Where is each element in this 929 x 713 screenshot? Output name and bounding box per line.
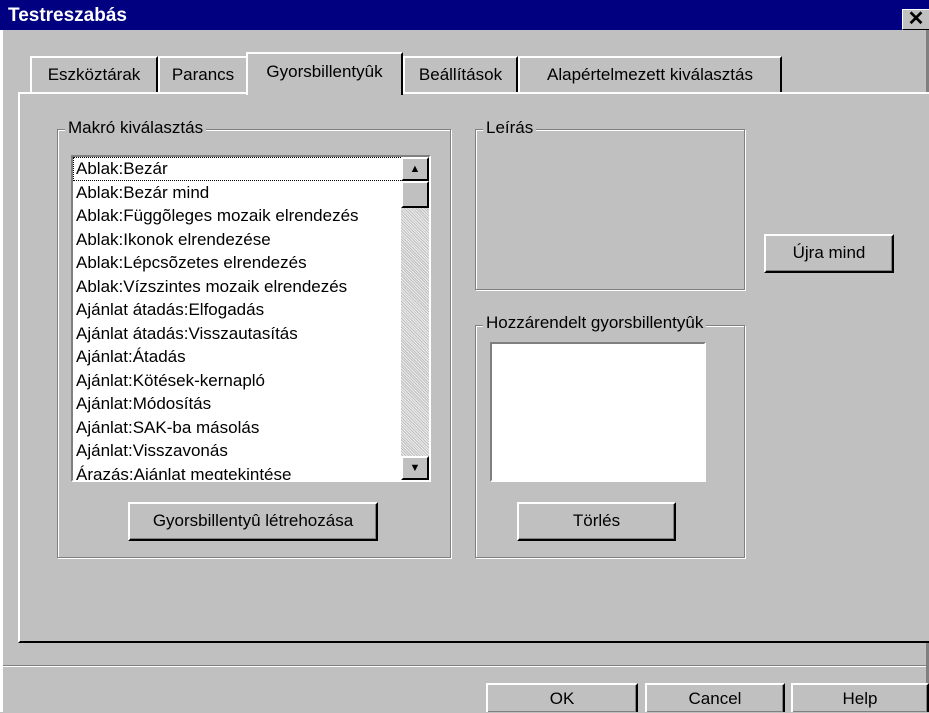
reset-all-button[interactable]: Újra mind [764,234,894,273]
macro-listbox[interactable]: Ablak:Bezár Ablak:Bezár mind Ablak:Függõle… [71,155,431,482]
macro-list-item[interactable]: Ajánlat:Visszavonás [73,439,403,463]
description-legend: Leírás [483,118,537,138]
tab-label: Eszköztárak [47,65,141,84]
assigned-shortcuts-listbox[interactable] [490,342,706,482]
macro-list-scrollbar[interactable]: ▲ ▼ [401,157,429,480]
create-shortcut-label: Gyorsbillentyû létrehozása [152,511,354,530]
tab-label: Alapértelmezett kiválasztás [547,65,753,84]
title-bar: Testreszabás ✕ [0,0,929,30]
help-label: Help [842,689,878,708]
macro-list[interactable]: Ablak:Bezár Ablak:Bezár mind Ablak:Függõle… [73,157,403,481]
cancel-label: Cancel [688,689,742,708]
scroll-thumb[interactable] [401,181,429,208]
help-button[interactable]: Help [791,683,929,712]
tab-label: Parancs [171,65,235,84]
ok-button[interactable]: OK [486,683,638,712]
scroll-down-button[interactable]: ▼ [401,456,429,480]
macro-list-item[interactable]: Ajánlat:Kötések-kernapló [73,369,403,393]
macro-selection-legend: Makró kiválasztás [65,118,207,138]
scroll-up-icon[interactable]: ▲ [410,163,421,175]
assigned-shortcuts-legend: Hozzárendelt gyorsbillentyûk [483,313,707,333]
macro-list-item[interactable]: Ajánlat:Módosítás [73,392,403,416]
macro-list-item[interactable]: Ablak:Ikonok elrendezése [73,228,403,252]
cancel-button[interactable]: Cancel [645,683,785,712]
description-group [475,129,745,290]
window-title: Testreszabás [8,5,127,26]
create-shortcut-button[interactable]: Gyorsbillentyû létrehozása [128,502,378,541]
ok-label: OK [549,689,575,708]
macro-list-item[interactable]: Ablak:Bezár mind [73,181,403,205]
macro-list-item[interactable]: Ajánlat átadás:Visszautasítás [73,322,403,346]
macro-list-item[interactable]: Ajánlat:Átadás [73,345,403,369]
window-left-edge [0,30,3,712]
macro-list-item[interactable]: Ajánlat:SAK-ba másolás [73,416,403,440]
tab-label: Beállítások [418,65,503,84]
reset-all-label: Újra mind [792,243,866,262]
delete-label: Törlés [572,511,621,530]
tab-parancs[interactable]: Parancs [158,56,248,94]
macro-list-item[interactable]: Ajánlat átadás:Elfogadás [73,298,403,322]
close-icon[interactable]: ✕ [908,8,925,30]
macro-list-item[interactable]: Árazás:Ajánlat megtekintése [73,463,403,481]
tab-eszkoztarak[interactable]: Eszköztárak [30,56,158,94]
close-button[interactable]: ✕ [902,9,929,30]
macro-list-item[interactable]: Ablak:Lépcsõzetes elrendezés [73,251,403,275]
macro-list-item[interactable]: Ablak:Függõleges mozaik elrendezés [73,204,403,228]
delete-button[interactable]: Törlés [517,502,676,541]
tab-alapertelmezett-kivalasztas[interactable]: Alapértelmezett kiválasztás [518,56,782,94]
scroll-up-button[interactable]: ▲ [401,157,429,181]
scroll-down-icon[interactable]: ▼ [410,462,421,474]
tab-gyorsbillentyuk[interactable]: Gyorsbillentyûk [246,52,403,95]
tab-label: Gyorsbillentyûk [266,62,383,81]
macro-list-item[interactable]: Ablak:Vízszintes mozaik elrendezés [73,275,403,299]
macro-list-item[interactable]: Ablak:Bezár [73,157,403,181]
tab-beallitasok[interactable]: Beállítások [403,56,518,94]
footer-separator [3,665,926,667]
